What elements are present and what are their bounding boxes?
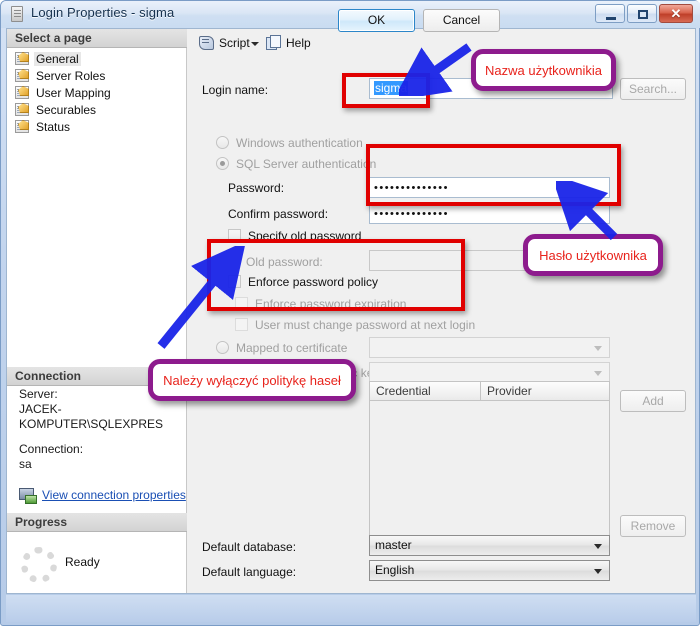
progress-section-header: Progress — [7, 513, 187, 532]
help-pages-icon — [266, 35, 281, 50]
script-button[interactable]: Script — [198, 35, 250, 50]
enforce-password-policy-label: Enforce password policy — [248, 275, 379, 289]
page-icon — [15, 52, 29, 65]
sidebar-item-label: General — [34, 51, 81, 66]
confirm-password-value: •••••••••••••• — [374, 208, 449, 220]
progress-section-body: Ready — [7, 533, 187, 593]
progress-spinner-icon — [21, 547, 57, 583]
sidebar-item-server-roles[interactable]: Server Roles — [7, 67, 187, 84]
sidebar: Select a page General Server Roles User … — [7, 29, 187, 593]
main-content: Script Help Login name: sigma Search... … — [188, 29, 695, 593]
select-page-header: Select a page — [7, 29, 187, 48]
asymmetric-key-combo[interactable] — [369, 362, 610, 383]
default-language-combo[interactable]: English — [369, 560, 610, 581]
page-icon — [15, 120, 29, 133]
default-language-value: English — [375, 563, 415, 577]
database-login-icon — [11, 6, 23, 22]
confirm-password-label: Confirm password: — [228, 207, 329, 221]
credential-grid-header: Credential Provider — [370, 382, 609, 401]
certificate-combo[interactable] — [369, 337, 610, 358]
page-icon — [15, 86, 29, 99]
mapped-to-certificate-radio[interactable] — [216, 341, 229, 354]
ok-button[interactable]: OK — [338, 9, 415, 32]
help-label: Help — [286, 35, 311, 50]
enforce-password-expiration-checkbox[interactable] — [235, 297, 248, 310]
must-change-password-label: User must change password at next login — [255, 318, 476, 332]
toolbar: Script Help — [188, 29, 695, 61]
specify-old-password-checkbox[interactable] — [228, 229, 241, 242]
default-database-value: master — [375, 538, 412, 552]
maximize-icon — [638, 10, 648, 19]
sidebar-item-user-mapping[interactable]: User Mapping — [7, 84, 187, 101]
chevron-down-icon[interactable] — [251, 42, 259, 46]
connection-value: sa — [19, 457, 32, 471]
sidebar-item-label: Server Roles — [36, 68, 106, 83]
maximize-button[interactable] — [627, 4, 657, 23]
callout-password: Hasło użytkownika — [523, 234, 663, 276]
sidebar-item-label: Securables — [36, 102, 97, 117]
sidebar-item-label: Status — [36, 119, 71, 134]
dialog-client-area: Select a page General Server Roles User … — [6, 28, 696, 594]
windows-auth-radio[interactable] — [216, 136, 229, 149]
chevron-down-icon — [594, 346, 602, 351]
default-database-label: Default database: — [202, 540, 297, 554]
page-icon — [15, 103, 29, 116]
chevron-down-icon — [594, 544, 602, 549]
confirm-password-input[interactable]: •••••••••••••• — [369, 203, 610, 224]
column-header-provider: Provider — [487, 384, 532, 398]
help-button[interactable]: Help — [266, 35, 311, 50]
progress-status-text: Ready — [65, 555, 100, 569]
page-icon — [15, 69, 29, 82]
password-label: Password: — [228, 181, 285, 195]
specify-old-password-label: Specify old password — [248, 229, 362, 243]
password-input[interactable]: •••••••••••••• — [369, 177, 610, 198]
login-properties-window: Login Properties - sigma ✕ Select a page… — [0, 0, 700, 626]
callout-username: Nazwa użytkownikia — [471, 49, 616, 91]
server-connection-icon — [19, 488, 37, 504]
remove-button[interactable]: Remove — [620, 515, 686, 537]
script-label: Script — [219, 35, 250, 50]
callout-policy: Należy wyłączyć politykę haseł — [148, 359, 356, 401]
view-connection-properties-row[interactable]: View connection properties — [19, 488, 186, 504]
enforce-password-policy-checkbox[interactable] — [228, 275, 241, 288]
chevron-down-icon — [594, 371, 602, 376]
login-name-value: sigma — [374, 81, 409, 95]
window-title: Login Properties - sigma — [31, 5, 175, 20]
minimize-button[interactable] — [595, 4, 625, 23]
script-icon — [198, 35, 214, 50]
default-language-label: Default language: — [202, 565, 297, 579]
status-bar — [6, 595, 696, 622]
close-button[interactable]: ✕ — [659, 4, 693, 23]
sidebar-item-general[interactable]: General — [7, 50, 187, 67]
chevron-down-icon — [594, 569, 602, 574]
old-password-label: Old password: — [246, 255, 323, 269]
sidebar-item-label: User Mapping — [36, 85, 111, 100]
default-database-combo[interactable]: master — [369, 535, 610, 556]
server-value: JACEK-KOMPUTER\SQLEXPRES — [19, 402, 164, 431]
sidebar-item-status[interactable]: Status — [7, 118, 187, 135]
page-list: General Server Roles User Mapping Secura… — [7, 50, 187, 135]
minimize-icon — [606, 17, 616, 20]
credential-grid[interactable]: Credential Provider — [369, 381, 610, 536]
sidebar-item-securables[interactable]: Securables — [7, 101, 187, 118]
login-name-label: Login name: — [202, 83, 269, 97]
sql-auth-radio[interactable] — [216, 157, 229, 170]
add-button[interactable]: Add — [620, 390, 686, 412]
search-button[interactable]: Search... — [620, 78, 686, 100]
must-change-password-checkbox[interactable] — [235, 318, 248, 331]
column-header-credential: Credential — [370, 382, 481, 400]
windows-auth-label: Windows authentication — [236, 136, 363, 150]
password-value: •••••••••••••• — [374, 182, 449, 194]
cancel-button[interactable]: Cancel — [423, 9, 500, 32]
connection-label: Connection: — [19, 442, 84, 456]
view-connection-properties-link[interactable]: View connection properties — [42, 488, 186, 502]
close-icon: ✕ — [670, 6, 682, 21]
sql-auth-label: SQL Server authentication — [236, 157, 377, 171]
mapped-to-certificate-label: Mapped to certificate — [236, 341, 348, 355]
enforce-password-expiration-label: Enforce password expiration — [255, 297, 407, 311]
